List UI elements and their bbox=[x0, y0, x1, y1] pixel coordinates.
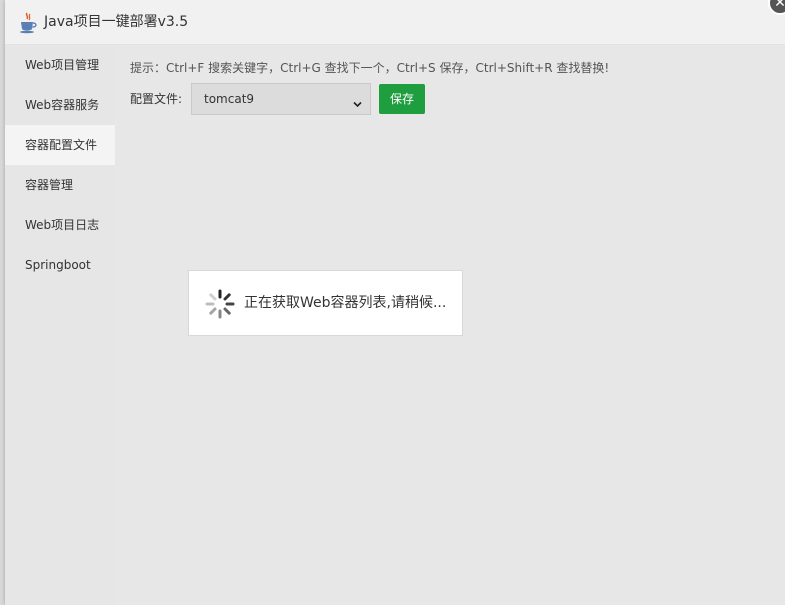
loading-message: 正在获取Web容器列表,请稍候... bbox=[244, 295, 447, 311]
window-title: Java项目一键部署v3.5 bbox=[44, 14, 189, 30]
sidebar-nav: Web项目管理 Web容器服务 容器配置文件 容器管理 Web项目日志 Spri… bbox=[5, 45, 115, 605]
chevron-down-icon bbox=[353, 94, 362, 108]
config-file-select[interactable]: tomcat9 bbox=[191, 83, 371, 115]
save-button[interactable]: 保存 bbox=[379, 84, 425, 114]
sidebar-item-container-management[interactable]: 容器管理 bbox=[5, 165, 115, 205]
sidebar-item-springboot[interactable]: Springboot bbox=[5, 245, 115, 285]
sidebar-item-container-config-file[interactable]: 容器配置文件 bbox=[5, 125, 115, 165]
title-bar[interactable]: Java项目一键部署v3.5 bbox=[5, 0, 785, 45]
config-file-label: 配置文件: bbox=[130, 92, 183, 106]
sidebar-item-web-container-service[interactable]: Web容器服务 bbox=[5, 85, 115, 125]
sidebar-item-web-project-management[interactable]: Web项目管理 bbox=[5, 45, 115, 85]
config-file-selected-value: tomcat9 bbox=[204, 92, 255, 106]
loading-spinner-icon bbox=[204, 288, 236, 320]
sidebar-item-web-project-log[interactable]: Web项目日志 bbox=[5, 205, 115, 245]
loading-dialog: 正在获取Web容器列表,请稍候... bbox=[188, 270, 463, 336]
shortcut-hint: 提示：Ctrl+F 搜索关键字，Ctrl+G 查找下一个，Ctrl+S 保存，C… bbox=[130, 61, 610, 75]
java-cup-icon bbox=[18, 12, 38, 34]
